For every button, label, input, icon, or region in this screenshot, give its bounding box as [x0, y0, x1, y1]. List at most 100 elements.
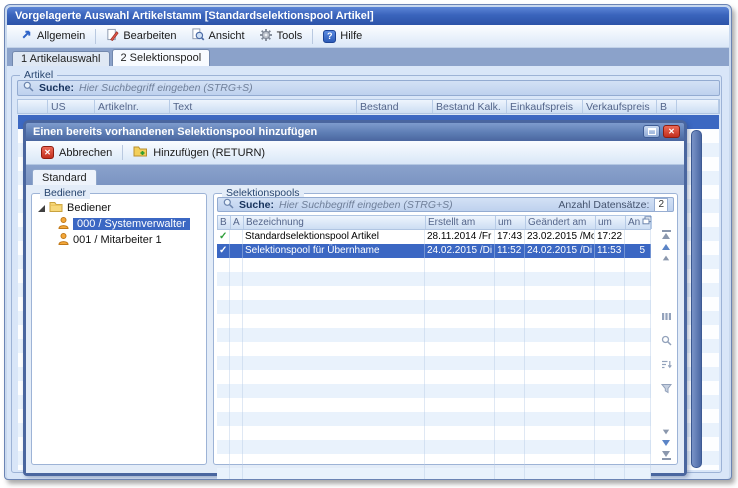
- user-icon: [58, 233, 69, 248]
- tree-root-label: Bediener: [67, 202, 111, 214]
- column-header[interactable]: Erstellt am: [426, 216, 496, 229]
- tree-item-label: 001 / Mitarbeiter 1: [73, 234, 162, 246]
- tab-standard[interactable]: Standard: [32, 169, 97, 185]
- table-nav-strip: [658, 230, 674, 460]
- bediener-tree: Bediener 000 / Systemverwalter 001 / Mit…: [32, 194, 206, 248]
- menu-label: Allgemein: [37, 30, 85, 42]
- selektionspools-groupbox: Selektionspools Suche: Hier Suchbegriff …: [213, 193, 678, 465]
- cell-erstellt-um: 17:43: [495, 230, 525, 244]
- menu-bearbeiten[interactable]: Bearbeiten: [99, 26, 183, 46]
- cell-bezeichnung: Standardselektionspool Artikel: [243, 230, 425, 244]
- column-header[interactable]: um: [496, 216, 526, 229]
- artikel-search-bar[interactable]: Suche: Hier Suchbegriff eingeben (STRG+S…: [17, 80, 720, 96]
- add-folder-icon: [133, 145, 148, 160]
- window-titlebar: Vorgelagerte Auswahl Artikelstamm [Stand…: [7, 7, 729, 25]
- tab-artikelauswahl[interactable]: 1 Artikelauswahl: [12, 51, 110, 66]
- scroll-down-small-icon[interactable]: [663, 430, 669, 435]
- menu-separator: [312, 29, 313, 44]
- cell-erstellt-am: 24.02.2015 /Di: [425, 244, 495, 258]
- column-header-label: An: [628, 216, 640, 229]
- window-title: Vorgelagerte Auswahl Artikelstamm [Stand…: [15, 10, 374, 22]
- column-header[interactable]: Einkaufspreis: [507, 100, 583, 113]
- tab-selektionspool[interactable]: 2 Selektionspool: [112, 49, 211, 66]
- menu-ansicht[interactable]: Ansicht: [184, 26, 252, 46]
- menu-label: Ansicht: [209, 30, 245, 42]
- user-icon: [58, 217, 69, 232]
- tree-node-bediener[interactable]: Bediener: [38, 200, 204, 216]
- pools-table-header: B A Bezeichnung Erstellt am um Geändert …: [217, 215, 651, 230]
- scroll-up-icon[interactable]: [662, 244, 670, 250]
- cancel-x-icon: ✕: [41, 146, 54, 159]
- menu-separator: [95, 29, 96, 44]
- column-header[interactable]: Text: [170, 100, 357, 113]
- restore-icon: [648, 123, 656, 141]
- dialog-window-buttons: ✕: [643, 125, 680, 138]
- table-row-empty: [217, 272, 651, 286]
- copy-icon: [642, 216, 652, 229]
- column-header[interactable]: um: [596, 216, 626, 229]
- restore-button[interactable]: [643, 125, 660, 138]
- gear-icon: [259, 28, 273, 45]
- columns-icon[interactable]: [661, 309, 672, 327]
- cell-geaendert-um: 17:22: [595, 230, 625, 244]
- dialog-add-selektionspool: Einen bereits vorhandenen Selektionspool…: [23, 120, 687, 476]
- menu-label: Bearbeiten: [123, 30, 176, 42]
- column-header[interactable]: Bezeichnung: [244, 216, 426, 229]
- column-header[interactable]: Geändert am: [526, 216, 596, 229]
- table-row-empty: [217, 258, 651, 272]
- pools-search-bar[interactable]: Suche: Hier Suchbegriff eingeben (STRG+S…: [217, 197, 674, 212]
- column-header[interactable]: B: [218, 216, 231, 229]
- menu-tools[interactable]: Tools: [252, 26, 310, 47]
- arrow-ne-icon: [20, 28, 33, 44]
- column-header[interactable]: Bestand: [357, 100, 433, 113]
- tree-node-mitarbeiter1[interactable]: 001 / Mitarbeiter 1: [38, 232, 204, 248]
- dialog-content: Bediener Bediener 000 / Systemverwalter: [26, 185, 684, 473]
- bediener-legend: Bediener: [40, 187, 90, 199]
- zoom-icon[interactable]: [661, 333, 672, 351]
- table-row-selected[interactable]: ✓ Selektionspool für Übernhame 24.02.201…: [217, 244, 651, 258]
- column-header[interactable]: Verkaufspreis: [583, 100, 657, 113]
- search-label: Suche:: [39, 82, 74, 94]
- column-header[interactable]: Bestand Kalk.: [433, 100, 507, 113]
- column-header[interactable]: A: [231, 216, 244, 229]
- menubar: Allgemein Bearbeiten Ansicht Tools ? Hil…: [7, 25, 729, 48]
- filter-icon[interactable]: [661, 381, 672, 399]
- dialog-toolbar: ✕ Abbrechen Hinzufügen (RETURN): [26, 141, 684, 165]
- main-content: Artikel Suche: Hier Suchbegriff eingeben…: [7, 66, 729, 479]
- menu-allgemein[interactable]: Allgemein: [13, 26, 92, 46]
- table-row-empty: [217, 398, 651, 412]
- cell-geaendert-um: 11:53: [595, 244, 625, 258]
- cell-erstellt-um: 11:52: [495, 244, 525, 258]
- tree-item-label-selected: 000 / Systemverwalter: [73, 218, 190, 230]
- table-row-empty: [217, 370, 651, 384]
- main-table-scrollbar[interactable]: [691, 130, 702, 468]
- row-check-icon: ✓: [217, 244, 230, 258]
- menu-hilfe[interactable]: ? Hilfe: [316, 28, 369, 45]
- table-row[interactable]: ✓ Standardselektionspool Artikel 28.11.2…: [217, 230, 651, 244]
- scroll-up-small-icon[interactable]: [663, 256, 669, 261]
- add-button[interactable]: Hinzufügen (RETURN): [126, 143, 272, 162]
- column-header[interactable]: US: [48, 100, 95, 113]
- table-row-empty: [217, 454, 651, 468]
- column-header-an[interactable]: An: [626, 216, 652, 229]
- scroll-end-icon[interactable]: [662, 451, 671, 460]
- sort-icon[interactable]: [661, 357, 672, 375]
- table-row-empty: [217, 356, 651, 370]
- scroll-down-icon[interactable]: [662, 440, 670, 446]
- search-placeholder: Hier Suchbegriff eingeben (STRG+S): [79, 82, 253, 94]
- scroll-top-icon[interactable]: [662, 230, 671, 239]
- cell-erstellt-am: 28.11.2014 /Fr: [425, 230, 495, 244]
- expander-icon[interactable]: [38, 205, 45, 212]
- column-header[interactable]: Artikelnr.: [95, 100, 170, 113]
- tree-node-systemverwalter[interactable]: 000 / Systemverwalter: [38, 216, 204, 232]
- table-row-empty: [217, 314, 651, 328]
- table-row-empty: [217, 412, 651, 426]
- cell-a: [230, 230, 243, 244]
- search-placeholder: Hier Suchbegriff eingeben (STRG+S): [279, 199, 453, 211]
- cancel-button[interactable]: ✕ Abbrechen: [34, 144, 119, 161]
- artikel-table-header: US Artikelnr. Text Bestand Bestand Kalk.…: [17, 99, 720, 114]
- column-header[interactable]: B: [657, 100, 677, 113]
- table-row-empty: [217, 384, 651, 398]
- row-check-icon: ✓: [217, 230, 230, 244]
- close-button[interactable]: ✕: [663, 125, 680, 138]
